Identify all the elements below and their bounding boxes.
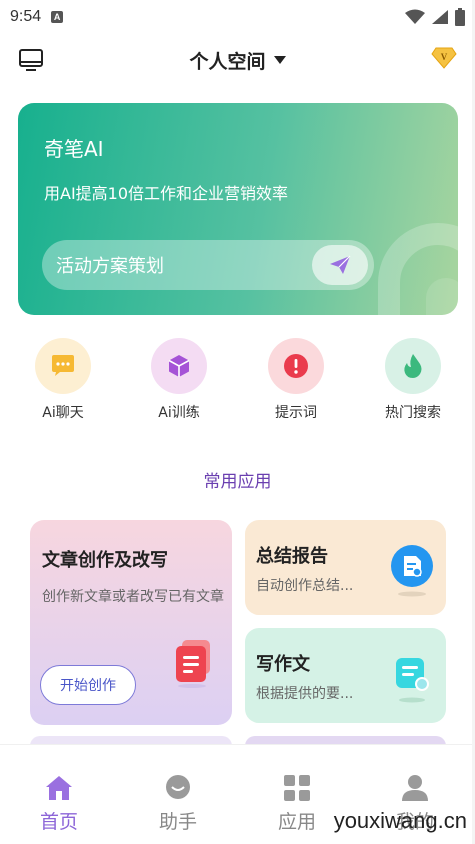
user-icon xyxy=(375,773,455,803)
document-icon xyxy=(174,638,214,692)
send-button[interactable] xyxy=(312,245,368,285)
flame-icon xyxy=(385,338,441,394)
banner-title: 奇笔AI xyxy=(44,137,104,161)
tab-home[interactable]: 首页 xyxy=(19,773,99,834)
quick-action-label: 热门搜索 xyxy=(385,405,441,421)
space-selector[interactable]: 个人空间 xyxy=(189,47,286,74)
home-icon xyxy=(19,773,99,803)
quick-action-ai-training[interactable]: Ai训练 xyxy=(129,338,229,422)
cube-icon xyxy=(151,338,207,394)
monitor-icon[interactable] xyxy=(18,48,44,76)
battery-icon xyxy=(455,8,465,26)
card-article-writing[interactable]: 文章创作及改写 创作新文章或者改写已有文章 开始创作 xyxy=(30,520,232,725)
tab-label: 助手 xyxy=(158,811,197,833)
card-title: 总结报告 xyxy=(256,546,328,567)
tab-label: 应用 xyxy=(277,811,316,833)
vip-diamond-icon[interactable]: V xyxy=(431,47,457,73)
watermark-text: youxiwang.cn xyxy=(333,808,467,833)
note-edit-icon xyxy=(392,654,432,708)
start-creating-button[interactable]: 开始创作 xyxy=(40,665,136,705)
card-description: 根据提供的要... xyxy=(256,686,354,702)
quick-action-prompts[interactable]: 提示词 xyxy=(246,338,346,422)
banner-subtitle: 用AI提高10倍工作和企业营销效率 xyxy=(44,184,289,203)
card-title: 写作文 xyxy=(256,654,310,675)
prompt-input[interactable]: 活动方案策划 xyxy=(42,240,374,290)
quick-action-label: 提示词 xyxy=(275,405,317,421)
notification-icon: A xyxy=(51,11,64,23)
card-title: 文章创作及改写 xyxy=(42,550,168,571)
report-document-icon xyxy=(390,544,434,602)
status-bar: 9:54 A xyxy=(0,0,475,34)
section-title: 常用应用 xyxy=(203,472,272,492)
quick-action-label: Ai聊天 xyxy=(42,405,84,421)
caret-down-icon xyxy=(273,56,286,64)
app-header: 个人空间 V xyxy=(0,38,475,82)
alert-icon xyxy=(268,338,324,394)
quick-action-ai-chat[interactable]: Ai聊天 xyxy=(13,338,113,422)
card-description: 创作新文章或者改写已有文章 xyxy=(42,589,224,605)
tab-apps[interactable]: 应用 xyxy=(257,773,337,834)
quick-action-label: Ai训练 xyxy=(158,405,200,421)
svg-text:V: V xyxy=(441,52,448,62)
tab-assistant[interactable]: 助手 xyxy=(138,773,218,834)
tab-label: 首页 xyxy=(39,811,78,833)
quick-action-hot-search[interactable]: 热门搜索 xyxy=(363,338,463,422)
apps-grid-icon xyxy=(257,773,337,803)
card-essay-writing[interactable]: 写作文 根据提供的要... xyxy=(245,628,446,723)
decor-shape xyxy=(426,278,458,315)
hero-banner: 奇笔AI 用AI提高10倍工作和企业营销效率 活动方案策划 xyxy=(18,103,458,315)
wifi-icon xyxy=(405,9,425,24)
quick-actions: Ai聊天 Ai训练 提示词 热门搜索 xyxy=(0,338,475,428)
chat-bubble-icon xyxy=(35,338,91,394)
signal-icon xyxy=(432,10,448,24)
card-description: 自动创作总结... xyxy=(256,578,354,594)
status-time: 9:54 xyxy=(10,8,42,25)
paper-plane-icon xyxy=(330,255,351,274)
card-summary-report[interactable]: 总结报告 自动创作总结... xyxy=(245,520,446,615)
assistant-chat-icon xyxy=(138,773,218,803)
space-title: 个人空间 xyxy=(189,50,266,73)
prompt-input-text: 活动方案策划 xyxy=(56,256,164,277)
